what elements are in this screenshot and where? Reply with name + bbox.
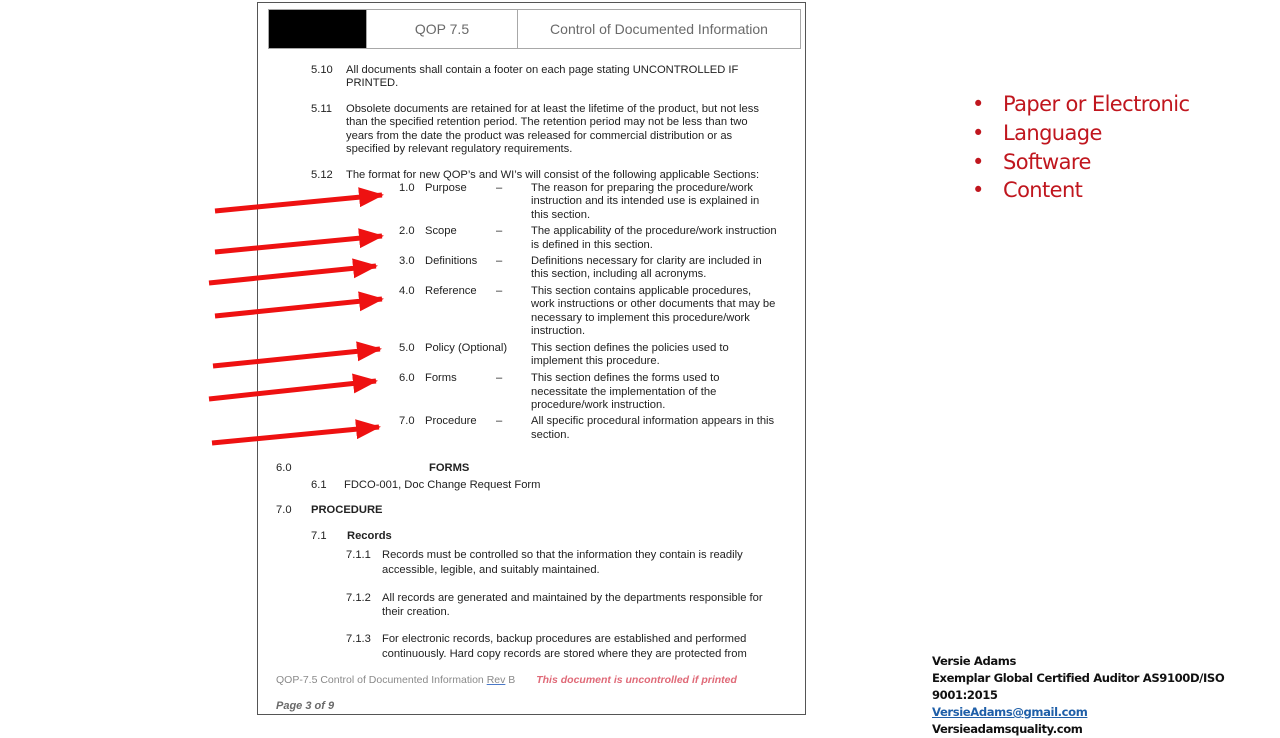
records-heading: Records [347, 530, 392, 542]
section-desc: implement this procedure. [531, 355, 660, 367]
section-number: 4.0 [399, 285, 415, 297]
bullet-marker: • [972, 92, 984, 116]
record-item-text: All records are generated and maintained… [382, 592, 763, 604]
section-number: 1.0 [399, 182, 415, 194]
bullet-text: Paper or Electronic [1003, 92, 1190, 116]
section-name: Forms [425, 372, 457, 384]
author-website: Versieadamsquality.com [932, 722, 1083, 736]
section-number: 6.0 [399, 372, 415, 384]
record-item-text: accessible, legible, and suitably mainta… [382, 564, 600, 576]
section-desc: section. [531, 429, 570, 441]
clause-text: Obsolete documents are retained for at l… [346, 103, 759, 115]
section-name: Definitions [425, 255, 478, 267]
section-desc: The reason for preparing the procedure/w… [531, 182, 754, 194]
clause-text: PRINTED. [346, 77, 399, 89]
section-name: Reference [425, 285, 477, 297]
clause-number: 5.11 [311, 103, 332, 115]
section-desc: necessary to implement this procedure/wo… [531, 312, 750, 324]
footer-rev: Rev [486, 674, 506, 686]
section-desc: instruction and its intended use is expl… [531, 195, 760, 207]
author-credential: Exemplar Global Certified Auditor AS9100… [932, 671, 1225, 702]
clause-text: All documents shall contain a footer on … [346, 64, 739, 76]
bullet-item: • Software [972, 148, 1189, 177]
clause-text: years from the date the product was rele… [346, 130, 733, 142]
section-name: Policy (Optional) [425, 342, 508, 354]
section-dash: – [496, 255, 503, 267]
section-dash: – [496, 182, 503, 194]
document-header-table: QOP 7.5 Control of Documented Informatio… [268, 9, 801, 49]
section-desc: instruction. [531, 325, 586, 337]
record-item-number: 7.1.3 [346, 633, 371, 645]
forms-heading: FORMS [429, 462, 470, 474]
section-desc: this section. [531, 209, 591, 221]
bullet-text: Software [1003, 149, 1091, 174]
clause-text: specified by relevant regulatory require… [346, 143, 573, 155]
record-item-number: 7.1.2 [346, 592, 371, 604]
section-desc: This section defines the policies used t… [531, 342, 729, 354]
doc-number: QOP 7.5 [367, 10, 518, 48]
section-desc: procedure/work instruction. [531, 399, 666, 411]
section-desc: This section defines the forms used to [531, 372, 720, 384]
section-name: Purpose [425, 182, 467, 194]
section-number: 5.0 [399, 342, 415, 354]
section-desc: Definitions necessary for clarity are in… [531, 255, 762, 267]
bullet-marker: • [972, 178, 984, 203]
record-item-text: their creation. [382, 606, 450, 618]
section-name: Scope [425, 225, 457, 237]
section-desc: All specific procedural information appe… [531, 415, 775, 427]
document-page: QOP 7.5 Control of Documented Informatio… [257, 2, 806, 715]
section-desc: work instructions or other documents tha… [531, 298, 776, 310]
author-signature: Versie Adams Exemplar Global Certified A… [932, 653, 1280, 738]
bullet-item: • Language [972, 119, 1189, 148]
bullet-item: • Paper or Electronic [972, 90, 1190, 119]
record-item-text: For electronic records, backup procedure… [382, 633, 747, 645]
author-email-link[interactable]: VersieAdams@gmail.com [932, 704, 1280, 721]
section-name: Procedure [425, 415, 477, 427]
section-dash: – [496, 225, 503, 237]
records-heading-number: 7.1 [311, 530, 327, 542]
bullet-item: • Content [972, 176, 1189, 205]
section-number: 3.0 [399, 255, 415, 267]
key-points-list: • Paper or Electronic • Language • Software… [972, 90, 1190, 205]
procedure-heading: PROCEDURE [311, 504, 383, 516]
record-item-number: 7.1.1 [346, 549, 371, 561]
section-desc: necessitate the implementation of the [531, 386, 717, 398]
forms-item-text: FDCO-001, Doc Change Request Form [344, 479, 541, 491]
section-desc: this section, including all acronyms. [531, 268, 707, 280]
forms-item-number: 6.1 [311, 479, 327, 491]
doc-title: Control of Documented Information [550, 21, 768, 37]
bullet-text: Language [1003, 120, 1102, 145]
footer-rev-letter: B [508, 674, 516, 686]
bullet-marker: • [972, 149, 984, 174]
section-dash: – [496, 372, 503, 384]
clause-number: 5.12 [311, 169, 333, 181]
author-name: Versie Adams [932, 654, 1016, 668]
section-number: 2.0 [399, 225, 415, 237]
section-desc: This section contains applicable procedu… [531, 285, 752, 297]
clause-text: than the specified retention period. The… [346, 116, 748, 128]
section-desc: is defined in this section. [531, 239, 653, 251]
footer-doc-ref: QOP-7.5 Control of Documented Informatio… [276, 674, 484, 686]
section-desc: The applicability of the procedure/work … [531, 225, 777, 237]
clause-text: The format for new QOP’s and WI’s will c… [346, 169, 760, 181]
bullet-text: Content [1003, 178, 1083, 203]
redacted-logo [269, 10, 367, 48]
record-item-text: continuously. Hard copy records are stor… [382, 648, 747, 660]
section-number: 7.0 [399, 415, 415, 427]
clause-number: 5.10 [311, 64, 333, 76]
forms-heading-number: 6.0 [276, 462, 292, 474]
procedure-heading-number: 7.0 [276, 504, 292, 516]
page-number: Page 3 of 9 [276, 700, 335, 712]
record-item-text: Records must be controlled so that the i… [382, 549, 743, 561]
section-dash: – [496, 415, 503, 427]
section-dash: – [496, 285, 503, 297]
footer-uncontrolled-warning: This document is uncontrolled if printed [536, 674, 737, 686]
bullet-marker: • [972, 120, 984, 145]
document-footer: QOP-7.5 Control of Documented Informatio… [276, 674, 737, 686]
